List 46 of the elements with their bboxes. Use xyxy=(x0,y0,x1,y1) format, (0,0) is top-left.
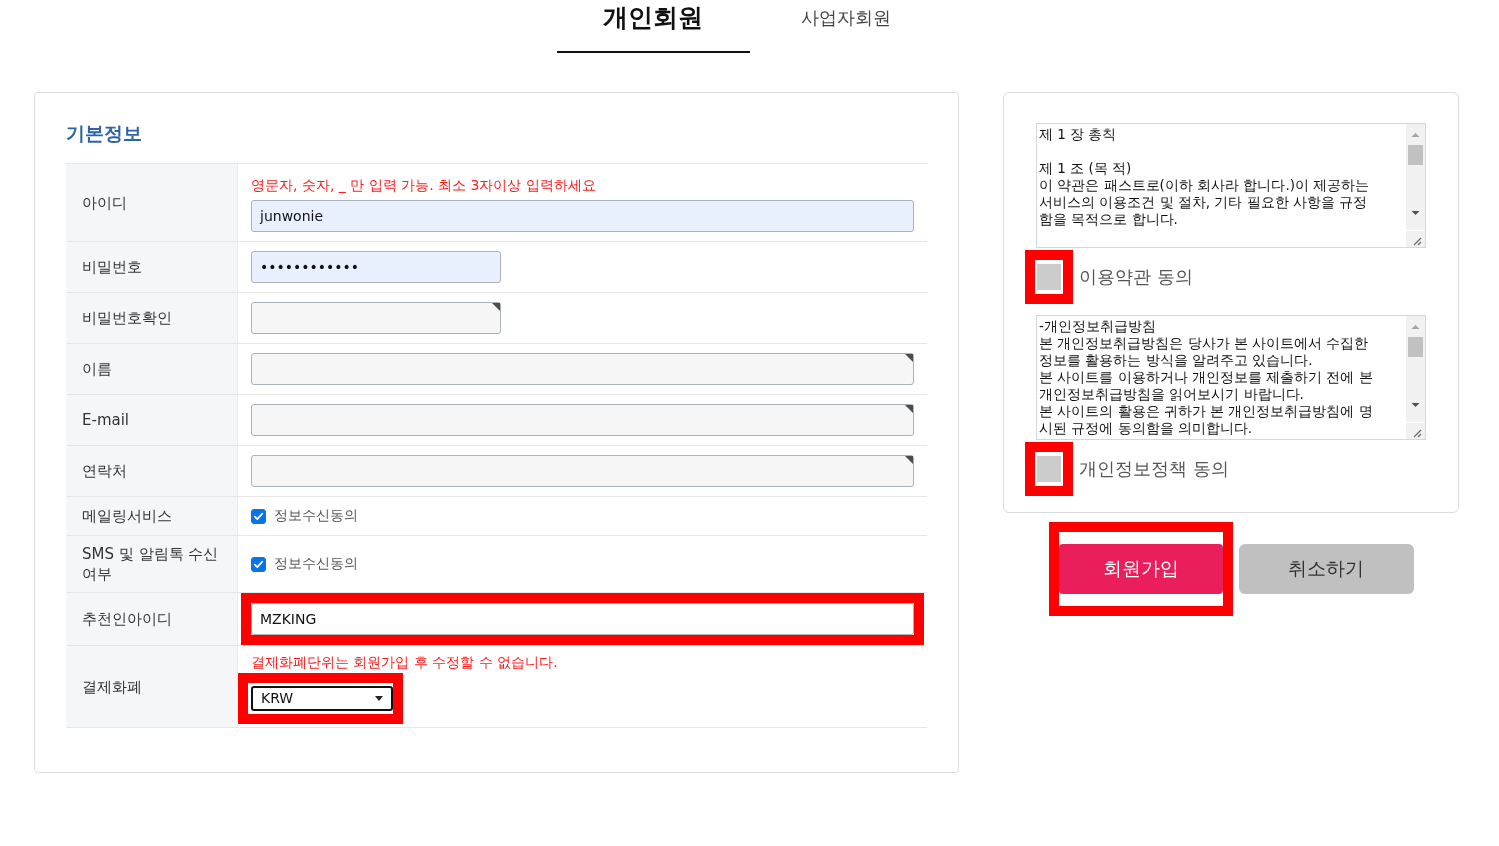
input-field[interactable]: MZKING xyxy=(251,603,914,635)
field-label: 메일링서비스 xyxy=(66,497,238,535)
corner-triangle-icon xyxy=(905,405,913,413)
scrollbar[interactable] xyxy=(1406,316,1425,422)
resize-grip-icon[interactable] xyxy=(1406,231,1425,247)
tab[interactable]: 개인회원 xyxy=(556,0,750,53)
checkbox[interactable] xyxy=(1037,456,1061,482)
field-label: E-mail xyxy=(66,395,238,445)
caret-icon xyxy=(375,696,383,701)
section-title: 기본정보 xyxy=(66,121,143,146)
input-field[interactable] xyxy=(251,353,914,385)
corner-triangle-icon xyxy=(905,354,913,362)
field-note: 영문자, 숫자, _ 만 입력 가능. 최소 3자이상 입력하세요 xyxy=(251,176,597,194)
password-field[interactable] xyxy=(251,302,501,334)
checkbox-label: 개인정보정책 동의 xyxy=(1079,457,1229,481)
field-label: 이름 xyxy=(66,344,238,394)
terms-text: 제 1 장 총칙 제 1 조 (목 적) 이 약관은 패스트로(이하 회사라 합니다.)이 제공하는 서비스의 이용조건 및 절차, 기타 필요한 사항을 규정 함을 목적으로 합니다. xyxy=(1038,125,1371,229)
field-label: 결제화폐 xyxy=(66,646,238,727)
field-note: 결제화폐단위는 회원가입 후 수정할 수 없습니다. xyxy=(251,653,558,671)
checkbox[interactable] xyxy=(251,556,266,572)
submit-button[interactable]: 회원가입 xyxy=(1058,544,1223,594)
field-label: 연락처 xyxy=(66,446,238,496)
input-field[interactable] xyxy=(251,404,914,436)
corner-triangle-icon xyxy=(492,303,500,311)
field-label: 비밀번호확인 xyxy=(66,293,238,343)
password-field[interactable]: •••••••••••• xyxy=(251,251,501,283)
field-label: SMS 및 알림톡 수신 여부 xyxy=(66,536,238,592)
field-label: 추천인아이디 xyxy=(66,593,238,645)
checkbox[interactable] xyxy=(1037,264,1061,290)
checkbox-label: 정보수신동의 xyxy=(274,507,358,525)
corner-triangle-icon xyxy=(905,456,913,464)
cancel-button[interactable]: 취소하기 xyxy=(1238,544,1414,594)
select-field[interactable]: KRW xyxy=(251,686,393,711)
checkbox-label: 이용약관 동의 xyxy=(1079,265,1193,289)
input-field[interactable]: junwonie xyxy=(251,200,914,232)
terms-text: -개인정보취급방침 본 개인정보취급방침은 당사가 본 사이트에서 수집한 정보를 활용하는 방식을 알려주고 있습니다. 본 사이트를 이용하거나 개인정보를 제출하기 전에 본 개인정보취급방침을 읽어보시기 바랍니다. 본 사이트의 활용은 귀하가 본 개인정보취급방침에 명 시된 규정에 동의함을 의미합니다. xyxy=(1038,317,1374,438)
tab[interactable]: 사업자회원 xyxy=(749,0,943,53)
checkbox-label: 정보수신동의 xyxy=(274,555,358,573)
terms-textarea[interactable]: 제 1 장 총칙 제 1 조 (목 적) 이 약관은 패스트로(이하 회사라 합니다.)이 제공하는 서비스의 이용조건 및 절차, 기타 필요한 사항을 규정 함을 목적으로 합니다. xyxy=(1036,123,1426,248)
terms-textarea[interactable]: -개인정보취급방침 본 개인정보취급방침은 당사가 본 사이트에서 수집한 정보를 활용하는 방식을 알려주고 있습니다. 본 사이트를 이용하거나 개인정보를 제출하기 전에 본 개인정보취급방침을 읽어보시기 바랍니다. 본 사이트의 활용은 귀하가 본 개인정보취급방침에 명 시된 규정에 동의함을 의미합니다. xyxy=(1036,315,1426,440)
input-field[interactable] xyxy=(251,455,914,487)
resize-grip-icon[interactable] xyxy=(1406,423,1425,439)
scrollbar[interactable] xyxy=(1406,124,1425,230)
field-label: 아이디 xyxy=(66,164,238,241)
checkbox[interactable] xyxy=(251,508,266,524)
field-label: 비밀번호 xyxy=(66,242,238,292)
